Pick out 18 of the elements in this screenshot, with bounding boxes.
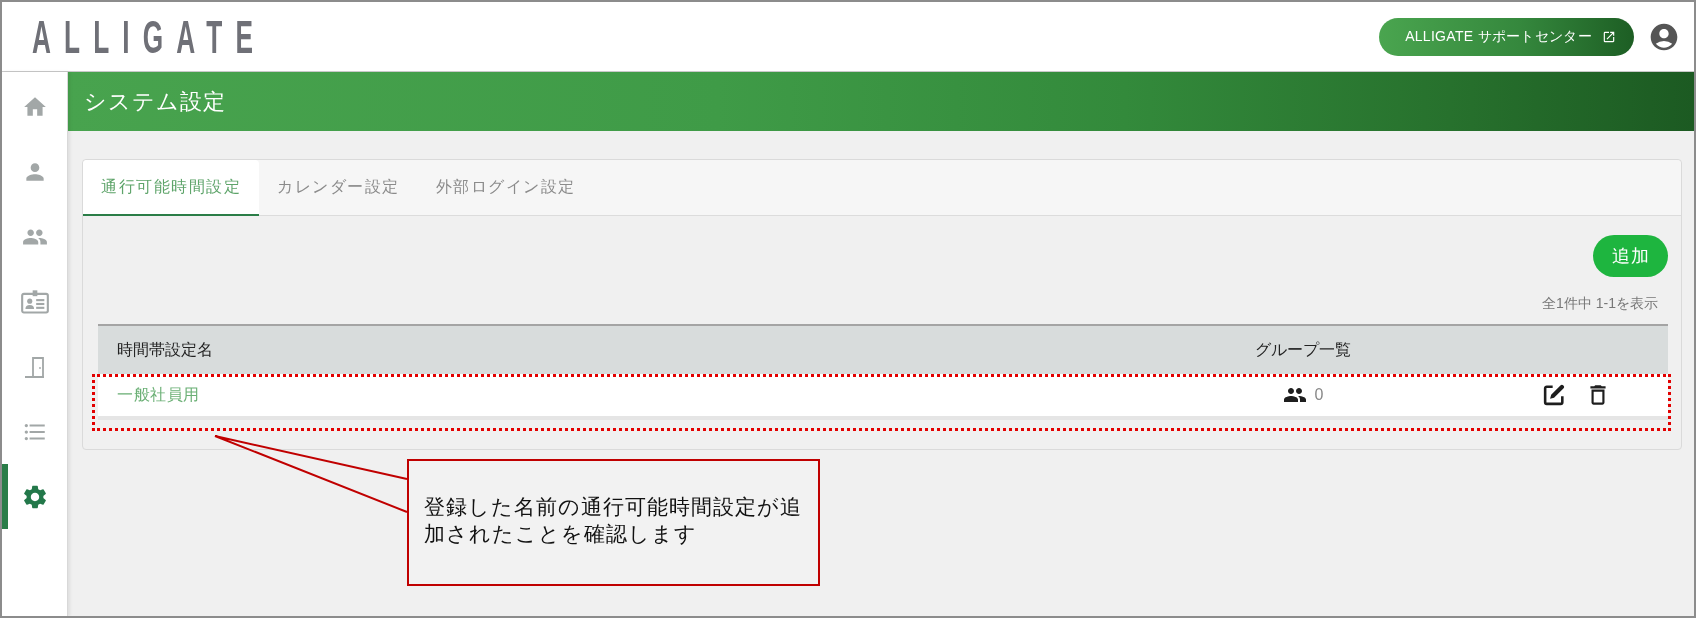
tab[interactable]: カレンダー設定	[259, 160, 418, 216]
edit-icon	[1543, 384, 1565, 406]
add-button[interactable]: 追加	[1593, 235, 1668, 277]
column-header: グループ一覧	[1255, 339, 1351, 360]
edit-button[interactable]	[1543, 384, 1565, 406]
group-count: 0	[1314, 386, 1324, 404]
pagination-info: 全1件中 1-1を表示	[1542, 294, 1658, 313]
external-link-icon	[1602, 29, 1616, 44]
page-title: システム設定	[84, 87, 226, 116]
setting-name-link[interactable]: 一般社員用	[117, 384, 200, 406]
support-center-button[interactable]: ALLIGATE サポートセンター	[1379, 17, 1634, 56]
id-card-icon	[20, 289, 49, 314]
callout-note: 登録した名前の通行可能時間設定が追加されたことを確認します	[407, 459, 820, 586]
tab[interactable]: 通行可能時間設定	[83, 160, 259, 216]
brand-logo: ALLIGATE	[32, 13, 267, 60]
tab[interactable]: 外部ログイン設定	[417, 160, 594, 216]
door-icon	[22, 355, 47, 378]
column-header: 時間帯設定名	[117, 339, 213, 360]
